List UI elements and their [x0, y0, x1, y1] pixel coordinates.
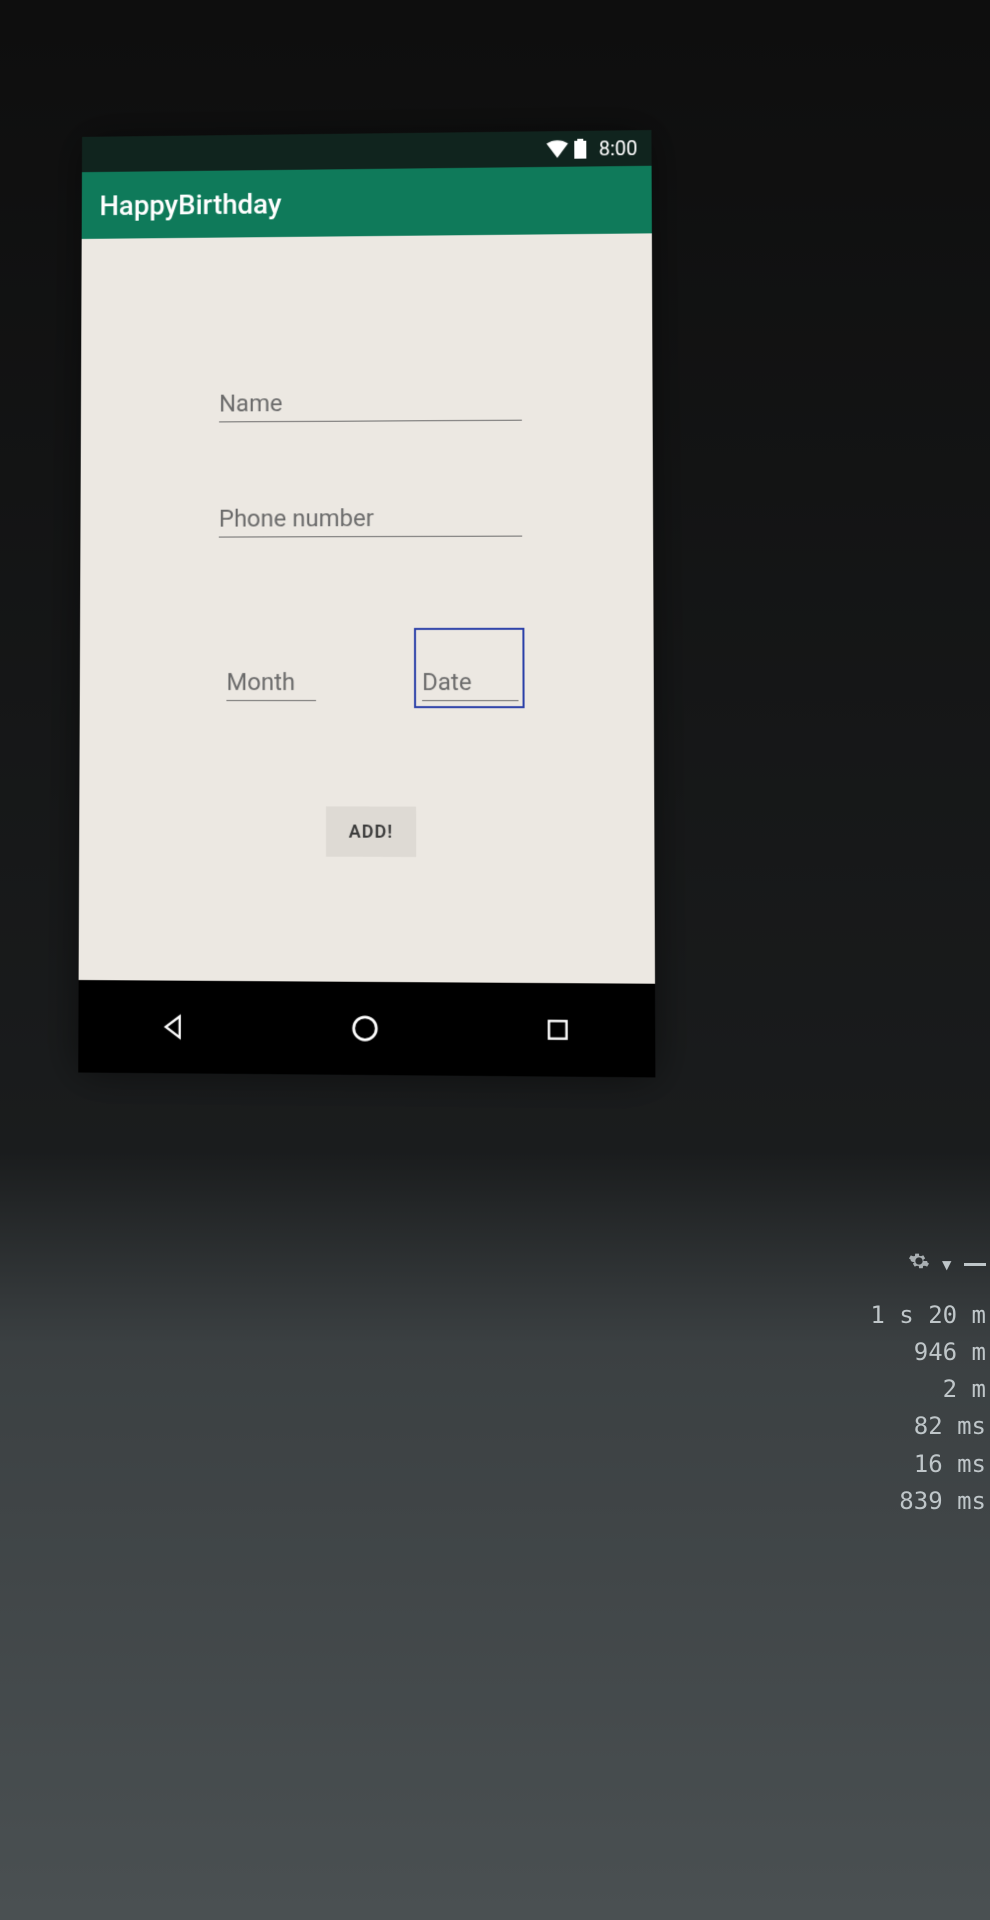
phone-field	[219, 498, 522, 538]
log-line: 946 m	[806, 1334, 986, 1371]
date-field	[414, 628, 525, 708]
android-nav-bar	[78, 980, 655, 1077]
date-input[interactable]	[422, 662, 518, 701]
status-time: 8:00	[599, 136, 638, 160]
wifi-icon	[547, 140, 569, 158]
home-icon[interactable]	[335, 998, 395, 1059]
app-bar: HappyBirthday	[82, 166, 652, 239]
name-input[interactable]	[219, 382, 522, 423]
log-line: 2 m	[806, 1371, 986, 1408]
minimize-icon[interactable]	[964, 1263, 986, 1266]
app-title: HappyBirthday	[99, 187, 281, 221]
month-field	[226, 662, 316, 701]
log-line: 16 ms	[806, 1446, 986, 1483]
name-field	[219, 382, 522, 423]
log-panel-header: ▾	[806, 1246, 986, 1283]
android-emulator: 8:00 HappyBirthday ADD!	[78, 130, 655, 1077]
phone-input[interactable]	[219, 498, 522, 538]
gear-icon[interactable]	[908, 1246, 930, 1283]
log-line: 1 s 20 m	[806, 1297, 986, 1334]
recents-icon[interactable]	[528, 999, 589, 1060]
month-input[interactable]	[226, 662, 316, 701]
divider: ▾	[940, 1246, 954, 1283]
log-line: 82 ms	[806, 1408, 986, 1445]
app-body: ADD!	[79, 233, 655, 983]
back-icon[interactable]	[144, 997, 204, 1058]
log-line: 839 ms	[806, 1483, 986, 1520]
battery-icon	[575, 139, 587, 159]
add-button[interactable]: ADD!	[326, 806, 416, 857]
build-log-panel: ▾ 1 s 20 m 946 m 2 m 82 ms 16 ms 839 ms	[806, 1246, 990, 1520]
